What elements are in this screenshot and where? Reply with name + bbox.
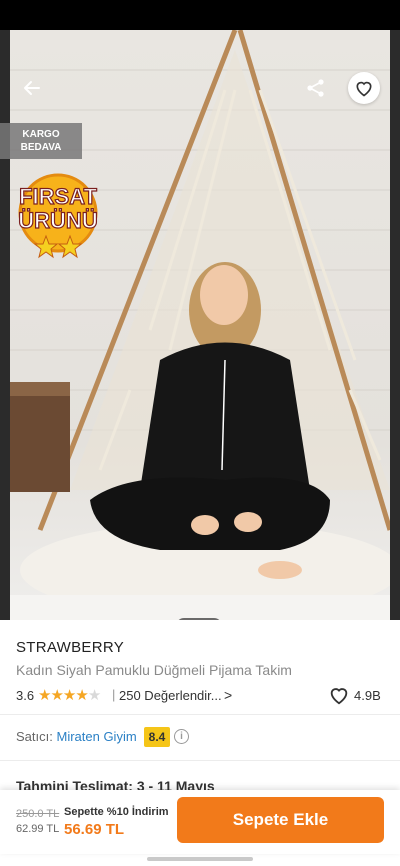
home-indicator[interactable] bbox=[147, 857, 253, 861]
basket-price: 56.69 TL bbox=[64, 821, 125, 838]
chevron-right-icon[interactable]: > bbox=[224, 687, 232, 703]
star-icon: ★ bbox=[62, 687, 76, 704]
free-shipping-badge-line2: BEDAVA bbox=[20, 142, 62, 153]
rating-separator: | bbox=[112, 687, 116, 702]
image-edge-left bbox=[0, 30, 10, 620]
share-icon bbox=[307, 79, 324, 97]
brand-name[interactable]: STRAWBERRY bbox=[16, 639, 124, 656]
heart-icon bbox=[356, 81, 372, 97]
free-shipping-badge: KARGO BEDAVA bbox=[0, 123, 82, 159]
image-edge-right bbox=[390, 30, 400, 620]
product-image-carousel[interactable]: KARGO BEDAVA FIRSAT ÜRÜNÜ bbox=[0, 30, 400, 620]
like-count: 4.9B bbox=[354, 688, 381, 703]
star-icon: ★ bbox=[38, 687, 51, 704]
info-icon[interactable]: i bbox=[174, 729, 189, 744]
deal-badge-line1: FIRSAT bbox=[19, 184, 97, 209]
free-shipping-badge-line1: KARGO bbox=[22, 129, 60, 140]
deal-badge: FIRSAT ÜRÜNÜ bbox=[18, 173, 98, 259]
current-price: 62.99 TL bbox=[16, 823, 60, 835]
star-half-icon: ★ bbox=[75, 687, 88, 704]
heart-icon bbox=[330, 688, 348, 705]
seller-label: Satıcı: bbox=[16, 729, 53, 744]
original-price: 250.0 TL bbox=[16, 808, 60, 820]
reviews-link[interactable]: 250 Değerlendir... bbox=[119, 688, 222, 703]
basket-discount-label: Sepette %10 İndirim bbox=[64, 806, 169, 818]
divider bbox=[0, 760, 400, 761]
bottom-action-bar: 250.0 TL 62.99 TL Sepette %10 İndirim 56… bbox=[0, 790, 400, 854]
rating-row: 3.6 ★★★★★ | 250 Değerlendir... > 4.9B bbox=[16, 686, 384, 706]
share-button[interactable] bbox=[300, 72, 332, 104]
back-button[interactable] bbox=[16, 72, 48, 104]
divider bbox=[0, 714, 400, 715]
seller-score-badge: 8.4 bbox=[144, 727, 170, 747]
favorite-button[interactable] bbox=[348, 72, 380, 104]
seller-name-link[interactable]: Miraten Giyim bbox=[56, 729, 136, 744]
deal-badge-line2: ÜRÜNÜ bbox=[18, 208, 97, 233]
status-bar bbox=[0, 0, 400, 30]
star-empty-icon: ★ bbox=[87, 687, 101, 704]
carousel-pager bbox=[176, 618, 222, 620]
rating-score: 3.6 bbox=[16, 688, 35, 703]
add-to-cart-button[interactable]: Sepete Ekle bbox=[177, 797, 384, 843]
like-button[interactable] bbox=[328, 684, 350, 709]
product-title: Kadın Siyah Pamuklu Düğmeli Pijama Takim bbox=[16, 662, 292, 678]
star-icon: ★ bbox=[50, 687, 63, 704]
arrow-left-icon bbox=[24, 81, 40, 95]
product-photo bbox=[10, 30, 390, 620]
rating-stars: ★★★★★ bbox=[38, 686, 101, 704]
seller-info: Satıcı: Miraten Giyim bbox=[16, 729, 137, 744]
